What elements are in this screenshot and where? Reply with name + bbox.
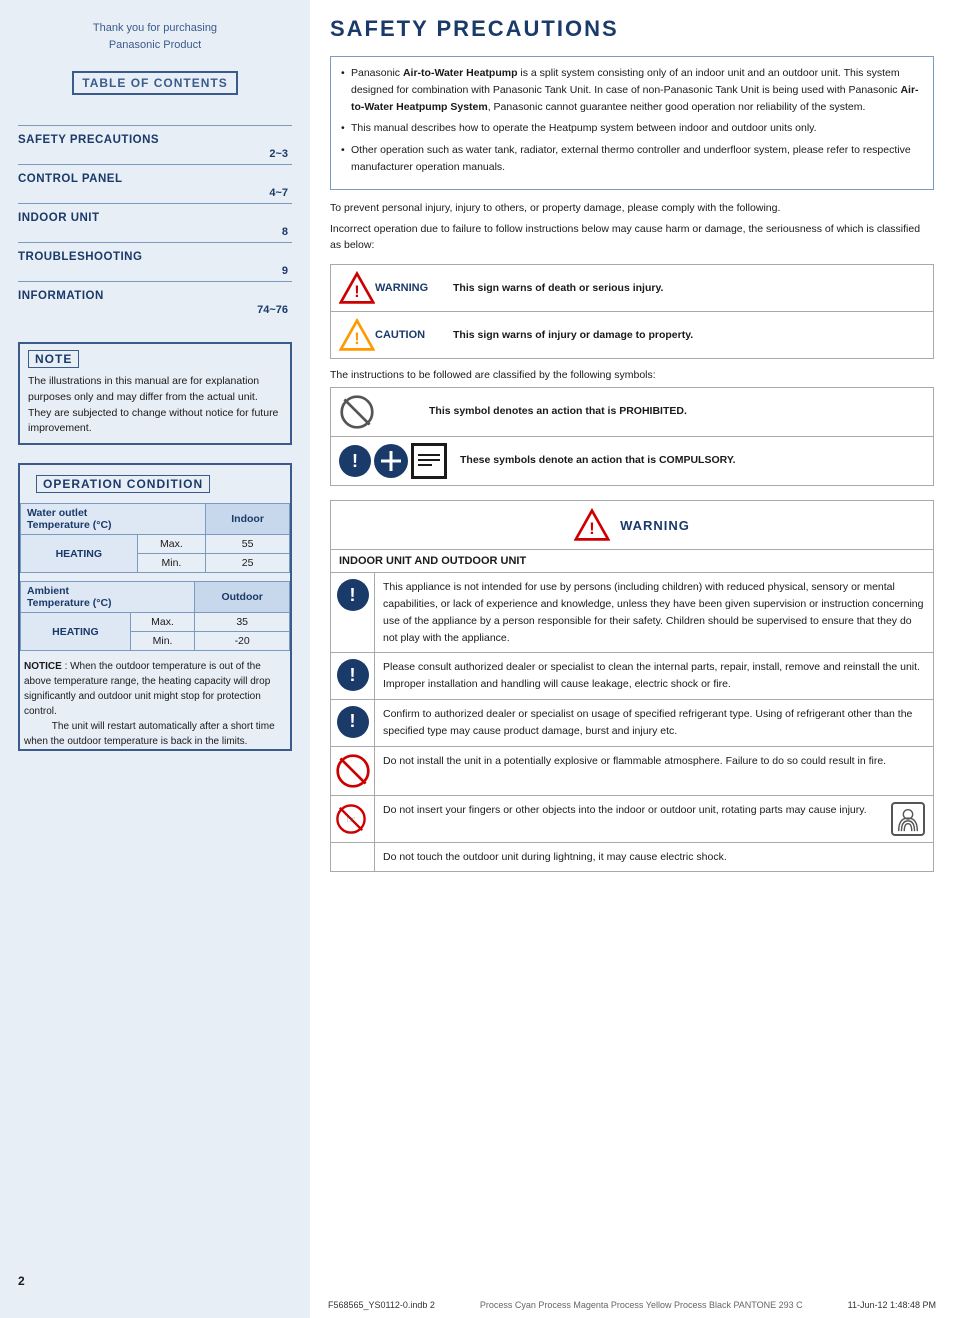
intro-bullets: Panasonic Air-to-Water Heatpump is a spl… — [330, 56, 934, 190]
no-finger-icon: ☞ — [335, 803, 367, 835]
footer-date: 11-Jun-12 1:48:48 PM — [848, 1300, 936, 1310]
footer-file: F568565_YS0112-0.indb 2 — [328, 1300, 435, 1310]
caution-row: ! CAUTION This sign warns of injury or d… — [331, 312, 933, 358]
wo-text-4: Do not install the unit in a potentially… — [375, 747, 933, 795]
outdoor-temp-table: AmbientTemperature (°C) Outdoor HEATING … — [20, 581, 290, 651]
operation-condition-box: OPERATION CONDITION Water outletTemperat… — [18, 463, 292, 751]
warning-big-header: ! WARNING — [331, 501, 933, 550]
finger-icon-col: ☞ — [331, 796, 375, 842]
warning-big-box: ! WARNING INDOOR UNIT AND OUTDOOR UNIT !… — [330, 500, 934, 872]
wo-text-1: This appliance is not intended for use b… — [375, 573, 933, 652]
notice-text: NOTICE : When the outdoor temperature is… — [20, 659, 290, 749]
warning-desc: This sign warns of death or serious inju… — [453, 282, 663, 294]
right-column: SAFETY PRECAUTIONS Panasonic Air-to-Wate… — [310, 0, 954, 1318]
compulsory-symbol-row: ! These symbols denote an action that is… — [331, 437, 933, 485]
caution-triangle-icon: ! — [339, 317, 375, 353]
comply-text: To prevent personal injury, injury to ot… — [330, 200, 934, 254]
compulsory-text: These symbols denote an action that is C… — [460, 453, 736, 469]
wo-text-6: Do not touch the outdoor unit during lig… — [375, 843, 933, 872]
wo-text-3: Confirm to authorized dealer or speciali… — [375, 700, 933, 746]
wo-row-6: Do not touch the outdoor unit during lig… — [331, 843, 933, 872]
wo-text-2: Please consult authorized dealer or spec… — [375, 653, 933, 699]
left-column: Thank you for purchasing Panasonic Produ… — [0, 0, 310, 1318]
caution-label: CAUTION — [375, 329, 445, 341]
exclaim-circle-icon: ! — [339, 445, 371, 477]
exclaim-icon-col-3: ! — [331, 700, 375, 746]
plus-circle-icon — [374, 444, 408, 478]
exclaim-icon-3: ! — [337, 706, 369, 738]
wo-row-3: ! Confirm to authorized dealer or specia… — [331, 700, 933, 747]
banned-icon — [335, 753, 371, 789]
bullet-3: Other operation such as water tank, radi… — [341, 142, 923, 176]
symbols-intro: The instructions to be followed are clas… — [330, 369, 934, 381]
footer-colors: Process Cyan Process Magenta Process Yel… — [480, 1300, 803, 1310]
svg-text:☞: ☞ — [346, 814, 356, 826]
banned-circle-icon — [339, 394, 375, 430]
warning-triangle-icon: ! — [339, 270, 375, 306]
toc-section-control: CONTROL PANEL 4~7 — [18, 164, 292, 203]
svg-text:!: ! — [354, 330, 359, 348]
prohibited-icons — [339, 394, 419, 430]
exclaim-icon-1: ! — [337, 579, 369, 611]
prohibited-text: This symbol denotes an action that is PR… — [429, 404, 687, 420]
page-number: 2 — [18, 1274, 25, 1288]
compulsory-icons: ! — [339, 443, 450, 479]
toc-label: TABLE OF CONTENTS — [72, 71, 237, 95]
empty-icon-col — [331, 843, 375, 872]
toc-section-info: INFORMATION 74~76 — [18, 281, 292, 320]
intro-text: Thank you for purchasing Panasonic Produ… — [18, 20, 292, 53]
page-footer: F568565_YS0112-0.indb 2 Process Cyan Pro… — [310, 1300, 954, 1310]
bullet-1: Panasonic Air-to-Water Heatpump is a spl… — [341, 65, 923, 115]
wo-row-2: ! Please consult authorized dealer or sp… — [331, 653, 933, 700]
note-box: NOTE The illustrations in this manual ar… — [18, 342, 292, 445]
warning-big-icon: ! — [574, 507, 610, 543]
warning-caution-box: ! WARNING This sign warns of death or se… — [330, 264, 934, 359]
page-title: SAFETY PRECAUTIONS — [330, 16, 934, 42]
symbols-box: This symbol denotes an action that is PR… — [330, 387, 934, 486]
wo-row-1: ! This appliance is not intended for use… — [331, 573, 933, 653]
warning-big-label: WARNING — [620, 518, 690, 533]
toc-section-indoor: INDOOR UNIT 8 — [18, 203, 292, 242]
prohibited-symbol-row: This symbol denotes an action that is PR… — [331, 388, 933, 437]
indoor-outdoor-title: INDOOR UNIT AND OUTDOOR UNIT — [331, 550, 933, 573]
indoor-temp-table: Water outletTemperature (°C) Indoor HEAT… — [20, 503, 290, 573]
fingerprint-box-icon — [891, 802, 925, 836]
warning-row: ! WARNING This sign warns of death or se… — [331, 265, 933, 312]
wo-text-5: Do not insert your fingers or other obje… — [375, 796, 933, 842]
svg-text:!: ! — [354, 283, 359, 301]
wo-row-4: Do not install the unit in a potentially… — [331, 747, 933, 796]
caution-desc: This sign warns of injury or damage to p… — [453, 329, 693, 341]
note-text: The illustrations in this manual are for… — [28, 374, 282, 437]
exclaim-icon-col-1: ! — [331, 573, 375, 652]
svg-text:!: ! — [589, 520, 594, 538]
toc-section-troubleshoot: TROUBLESHOOTING 9 — [18, 242, 292, 281]
warning-label: WARNING — [375, 282, 445, 294]
list-icon — [411, 443, 447, 479]
exclaim-icon-col-2: ! — [331, 653, 375, 699]
banned-icon-col — [331, 747, 375, 795]
exclaim-icon-2: ! — [337, 659, 369, 691]
wo-row-5: ☞ Do not insert your fingers or other ob… — [331, 796, 933, 843]
bullet-2: This manual describes how to operate the… — [341, 120, 923, 137]
toc-section-safety: SAFETY PRECAUTIONS 2~3 — [18, 125, 292, 164]
